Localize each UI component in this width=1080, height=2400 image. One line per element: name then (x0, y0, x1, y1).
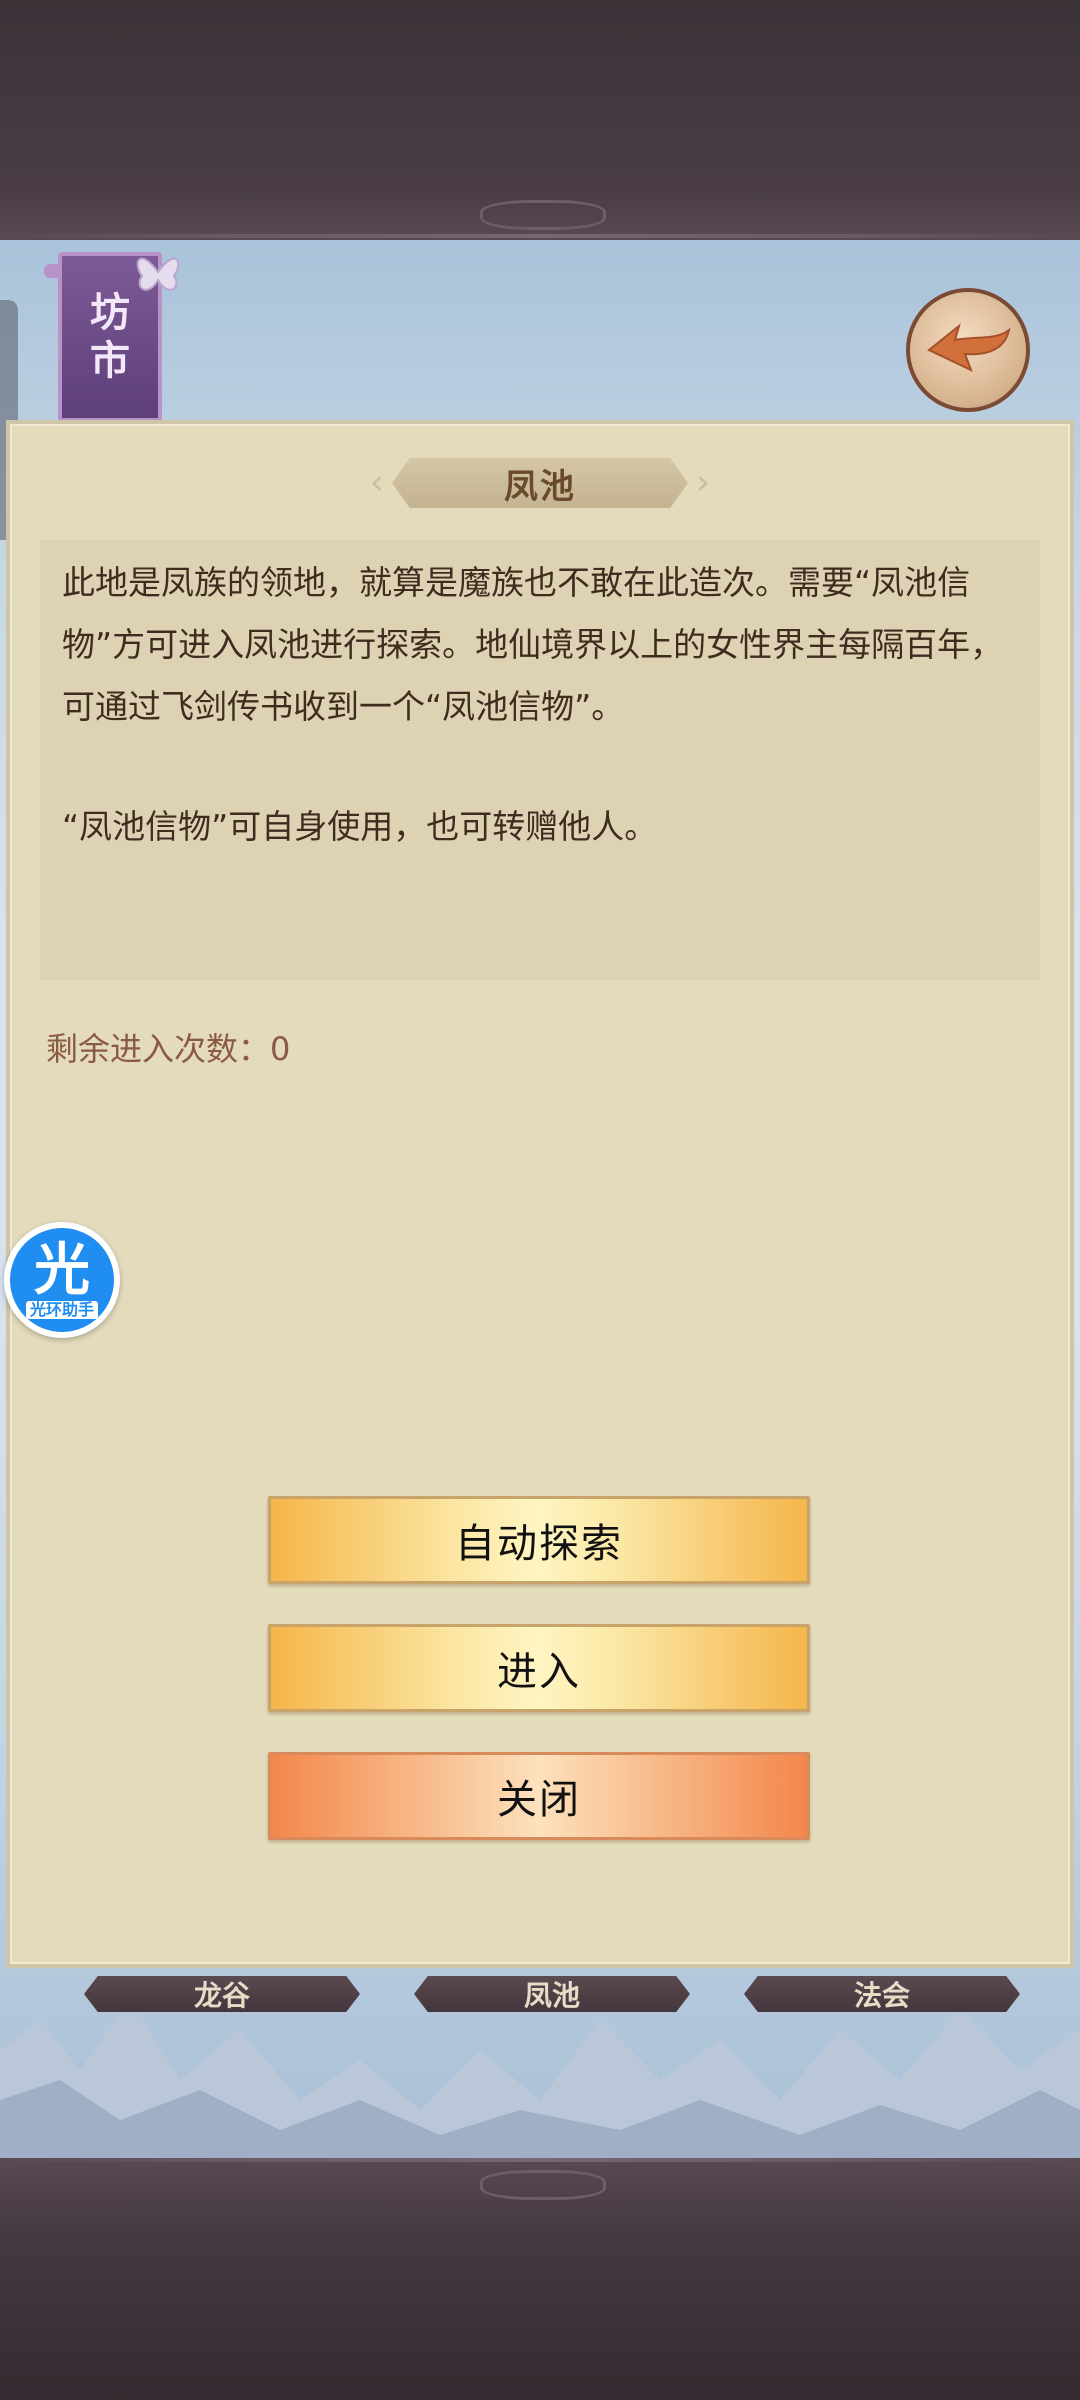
top-ornament-knot (480, 200, 606, 230)
top-ornament-line (0, 234, 1080, 238)
close-button[interactable]: 关闭 (268, 1752, 810, 1840)
close-label: 关闭 (497, 1777, 581, 1823)
description-box: 此地是凤族的领地，就算是魔族也不敢在此造次。需要“凤池信物”方可进入凤池进行探索… (40, 540, 1040, 980)
auto-explore-label: 自动探索 (455, 1521, 623, 1567)
remaining-label: 剩余进入次数： (46, 1030, 271, 1068)
bottom-tab-label: 凤池 (523, 1979, 580, 2012)
back-button[interactable] (906, 288, 1030, 412)
bottom-tab-label: 法会 (853, 1979, 910, 2012)
bottom-tab-longgu[interactable]: 龙谷 (84, 1976, 360, 2012)
enter-button[interactable]: 进入 (268, 1624, 810, 1712)
shop-banner-label: 坊 (90, 290, 130, 336)
shop-banner-label: 市 (90, 338, 130, 384)
title-left-deco: ‹ (369, 462, 385, 503)
remaining-value: 0 (270, 1030, 291, 1068)
description-paragraph-2: “凤池信物”可自身使用，也可转赠他人。 (62, 807, 658, 846)
helper-float-button[interactable]: 光 光环助手 (4, 1222, 120, 1338)
description-paragraph-1: 此地是凤族的领地，就算是魔族也不敢在此造次。需要“凤池信物”方可进入凤池进行探索… (62, 563, 1004, 726)
bottom-ornament-knot (480, 2170, 606, 2200)
title-plate: 凤池 (392, 458, 688, 508)
game-screen: 龙谷 凤池 法会 坊 市 ‹ › 凤池 此地是凤族的领地，就算是魔族也不敢在此造… (0, 0, 1080, 2400)
bottom-tab-fahui[interactable]: 法会 (744, 1976, 1020, 2012)
bottom-ornament-line (0, 2158, 1080, 2162)
helper-name: 光环助手 (25, 1301, 98, 1319)
title-right-deco: › (695, 462, 711, 503)
auto-explore-button[interactable]: 自动探索 (268, 1496, 810, 1584)
bottom-tab-label: 龙谷 (193, 1979, 250, 2012)
enter-label: 进入 (497, 1649, 581, 1695)
back-arrow-icon (927, 323, 1011, 372)
helper-logo-icon: 光 光环助手 (10, 1228, 114, 1332)
dialog-title: 凤池 (504, 466, 576, 507)
remaining-entries: 剩余进入次数：0 (46, 1024, 290, 1070)
helper-glyph: 光 (34, 1238, 90, 1303)
bottom-tab-fengchi[interactable]: 凤池 (414, 1976, 690, 2012)
butterfly-icon (136, 257, 180, 291)
